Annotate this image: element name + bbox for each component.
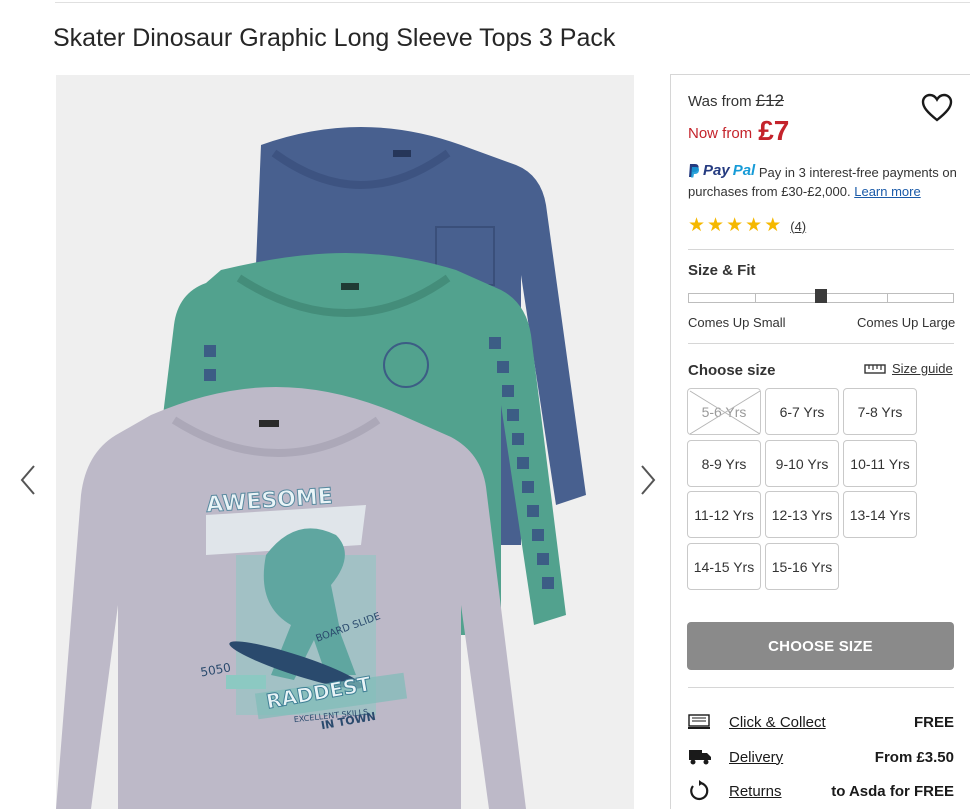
was-price-row: Was from £12: [688, 91, 784, 111]
size-option-label: 15-16 Yrs: [771, 558, 833, 575]
paypal-promo: Pay Pal Pay in 3 interest-free payments o…: [688, 161, 963, 201]
star-icon: ★: [745, 215, 763, 236]
size-option-label: 7-8 Yrs: [857, 403, 903, 420]
star-icon: ★: [707, 215, 725, 236]
size-option-14-15-yrs[interactable]: 14-15 Yrs: [687, 543, 761, 590]
choose-size-heading: Choose size: [688, 362, 776, 379]
unavailable-cross-icon: [689, 390, 761, 435]
review-count-link[interactable]: (4): [790, 219, 806, 234]
size-guide-label: Size guide: [892, 361, 953, 376]
now-label: Now from: [688, 125, 753, 142]
size-option-label: 12-13 Yrs: [771, 506, 833, 523]
size-option-12-13-yrs[interactable]: 12-13 Yrs: [765, 491, 839, 538]
star-icon: ★: [764, 215, 782, 236]
returns-value: to Asda for FREE: [831, 782, 954, 800]
paypal-logo-pay: Pay: [703, 162, 730, 179]
size-option-8-9-yrs[interactable]: 8-9 Yrs: [687, 440, 761, 487]
size-option-11-12-yrs[interactable]: 11-12 Yrs: [687, 491, 761, 538]
size-option-label: 13-14 Yrs: [849, 506, 911, 523]
delivery-link[interactable]: Delivery: [729, 749, 783, 766]
returns-row: Returns to Asda for FREE: [688, 780, 954, 802]
now-price-row: Now from £7: [688, 115, 789, 147]
click-collect-row: Click & Collect FREE: [688, 711, 954, 733]
choose-size-button[interactable]: CHOOSE SIZE: [687, 622, 954, 670]
size-option-15-16-yrs[interactable]: 15-16 Yrs: [765, 543, 839, 590]
paypal-logo: Pay Pal: [688, 161, 755, 180]
previous-image-arrow-icon[interactable]: [16, 462, 40, 498]
size-option-label: 6-7 Yrs: [779, 403, 825, 420]
size-option-label: 14-15 Yrs: [693, 558, 755, 575]
delivery-row: Delivery From £3.50: [688, 746, 954, 768]
size-option-label: 10-11 Yrs: [850, 455, 910, 472]
size-option-10-11-yrs[interactable]: 10-11 Yrs: [843, 440, 917, 487]
divider: [688, 687, 954, 688]
star-icon: ★: [688, 215, 706, 236]
size-option-5-6-yrs[interactable]: 5-6 Yrs: [687, 388, 761, 435]
divider: [688, 343, 954, 344]
was-label: Was from: [688, 93, 752, 110]
size-option-label: 9-10 Yrs: [775, 455, 829, 472]
product-title: Skater Dinosaur Graphic Long Sleeve Tops…: [53, 24, 616, 52]
size-guide-link[interactable]: Size guide: [864, 361, 953, 376]
ruler-icon: [864, 363, 886, 374]
paypal-learn-more-link[interactable]: Learn more: [854, 184, 920, 199]
size-fit-heading: Size & Fit: [688, 262, 756, 279]
paypal-logo-pal: Pal: [732, 162, 756, 179]
fit-scale-tick: [887, 294, 888, 302]
fit-scale-marker: [815, 289, 827, 303]
tops-illustration: AWESOME RADDEST IN TOWN BOARD SLIDE 5050…: [56, 127, 586, 809]
star-rating[interactable]: ★ ★ ★ ★ ★ (4): [688, 216, 806, 236]
top-divider: [55, 2, 970, 3]
was-price: £12: [755, 91, 784, 110]
delivery-truck-icon: [688, 747, 712, 767]
returns-link[interactable]: Returns: [729, 783, 782, 800]
click-collect-icon: [688, 712, 712, 732]
grey-top: AWESOME RADDEST IN TOWN BOARD SLIDE 5050…: [56, 387, 526, 809]
returns-icon: [688, 780, 712, 801]
delivery-price: From £3.50: [874, 748, 954, 766]
purchase-panel: Was from £12 Now from £7 Pay Pal Pay in 3 i…: [670, 74, 970, 809]
fit-small-label: Comes Up Small: [688, 315, 786, 330]
product-image[interactable]: AWESOME RADDEST IN TOWN BOARD SLIDE 5050…: [56, 75, 634, 809]
size-option-label: 11-12 Yrs: [694, 506, 754, 523]
favourite-heart-icon[interactable]: [921, 93, 953, 123]
now-price: £7: [758, 115, 790, 146]
fit-scale-tick: [755, 294, 756, 302]
click-collect-link[interactable]: Click & Collect: [729, 714, 826, 731]
fit-large-label: Comes Up Large: [857, 315, 956, 330]
divider: [688, 249, 954, 250]
star-icon: ★: [726, 215, 744, 236]
click-collect-price: FREE: [913, 713, 954, 731]
paypal-p-icon: [689, 164, 700, 178]
next-image-arrow-icon[interactable]: [636, 462, 660, 498]
size-option-13-14-yrs[interactable]: 13-14 Yrs: [843, 491, 917, 538]
size-option-9-10-yrs[interactable]: 9-10 Yrs: [765, 440, 839, 487]
size-option-label: 8-9 Yrs: [701, 455, 747, 472]
size-option-7-8-yrs[interactable]: 7-8 Yrs: [843, 388, 917, 435]
size-option-6-7-yrs[interactable]: 6-7 Yrs: [765, 388, 839, 435]
